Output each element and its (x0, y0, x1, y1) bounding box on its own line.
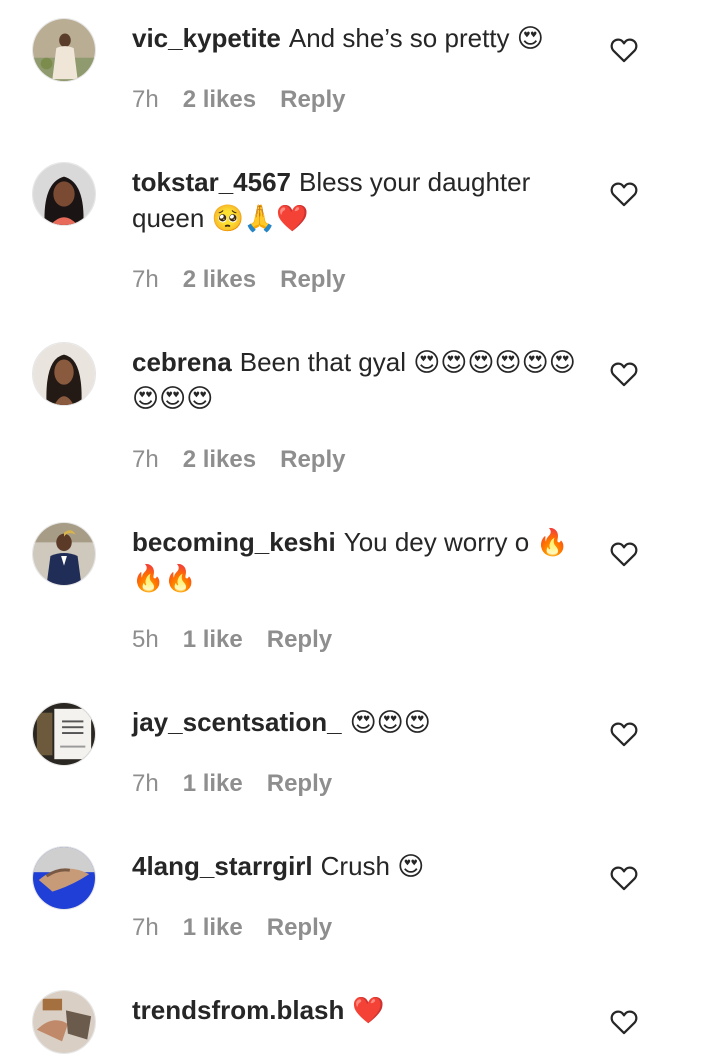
avatar[interactable] (32, 522, 96, 586)
comment-meta: 5h 1 like Reply (132, 625, 332, 655)
comment-text: vic_kypetite And she’s so pretty 😍 (132, 20, 577, 56)
comment-likes[interactable]: 2 likes (183, 266, 256, 293)
avatar[interactable] (32, 162, 96, 226)
comment-time: 7h (132, 914, 159, 941)
comment-username[interactable]: 4lang_starrgirl (132, 851, 313, 881)
heart-outline-icon[interactable] (610, 721, 638, 747)
comment-meta: 7h 2 likes Reply (132, 85, 345, 115)
comment-text: cebrena Been that gyal 😍😍😍😍😍😍😍😍😍 (132, 344, 577, 416)
avatar[interactable] (32, 990, 96, 1054)
comment-time: 7h (132, 266, 159, 293)
heart-outline-icon[interactable] (610, 37, 638, 63)
reply-button[interactable]: Reply (267, 914, 332, 941)
comment-time: 7h (132, 86, 159, 113)
comment-likes[interactable]: 2 likes (183, 86, 256, 113)
avatar[interactable] (32, 846, 96, 910)
comment-meta: 7h 2 likes Reply (132, 265, 345, 295)
heart-outline-icon[interactable] (610, 541, 638, 567)
comment-body: And she’s so pretty 😍 (288, 23, 544, 53)
comment-username[interactable]: trendsfrom.blash (132, 995, 344, 1025)
comment-body: ❤️ (352, 995, 385, 1025)
comment-username[interactable]: tokstar_4567 (132, 167, 291, 197)
avatar[interactable] (32, 18, 96, 82)
comment-time: 5h (132, 626, 159, 653)
comment-likes[interactable]: 1 like (183, 914, 243, 941)
comment-meta: 7h 1 like Reply (132, 769, 332, 799)
comment-likes[interactable]: 1 like (183, 626, 243, 653)
comment-meta: 7h 2 likes Reply (132, 445, 345, 475)
heart-outline-icon[interactable] (610, 1009, 638, 1035)
comment-text: becoming_keshi You dey worry o 🔥🔥🔥 (132, 524, 577, 596)
avatar[interactable] (32, 342, 96, 406)
heart-outline-icon[interactable] (610, 361, 638, 387)
comment-time: 7h (132, 770, 159, 797)
heart-outline-icon[interactable] (610, 865, 638, 891)
reply-button[interactable]: Reply (280, 266, 345, 293)
comment-body: 😍😍😍 (349, 707, 431, 737)
reply-button[interactable]: Reply (267, 626, 332, 653)
reply-button[interactable]: Reply (280, 446, 345, 473)
comment-likes[interactable]: 1 like (183, 770, 243, 797)
reply-button[interactable]: Reply (267, 770, 332, 797)
comment-meta: 7h 1 like Reply (132, 913, 332, 943)
heart-outline-icon[interactable] (610, 181, 638, 207)
comment-body: Crush 😍 (320, 851, 425, 881)
comment-text: 4lang_starrgirl Crush 😍 (132, 848, 577, 884)
comment-username[interactable]: cebrena (132, 347, 232, 377)
avatar[interactable] (32, 702, 96, 766)
reply-button[interactable]: Reply (280, 86, 345, 113)
comment-text: tokstar_4567 Bless your daughter queen 🥺🙏… (132, 164, 577, 236)
comment-text: jay_scentsation_ 😍😍😍 (132, 704, 577, 740)
comment-time: 7h (132, 446, 159, 473)
comment-username[interactable]: becoming_keshi (132, 527, 336, 557)
comment-text: trendsfrom.blash ❤️ (132, 992, 577, 1028)
comment-username[interactable]: vic_kypetite (132, 23, 281, 53)
comment-username[interactable]: jay_scentsation_ (132, 707, 342, 737)
comment-likes[interactable]: 2 likes (183, 446, 256, 473)
